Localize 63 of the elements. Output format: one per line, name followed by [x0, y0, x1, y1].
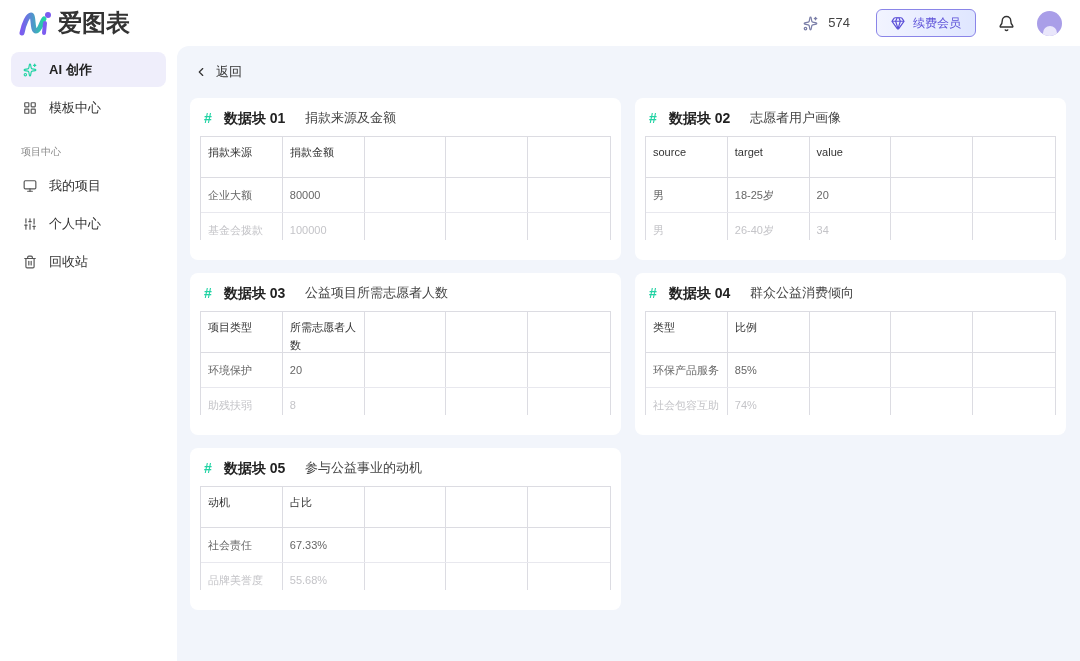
- diamond-icon: [891, 16, 905, 30]
- brand-name: 爱图表: [58, 8, 130, 38]
- hash-icon: #: [649, 107, 657, 129]
- table-cell: 环境保护: [208, 364, 252, 376]
- table-cell: 企业大额: [208, 189, 252, 201]
- table-cell: 18-25岁: [734, 189, 774, 201]
- trash-icon: [23, 254, 37, 269]
- renew-membership-button[interactable]: 续费会员: [876, 9, 976, 37]
- table-cell: 8: [289, 399, 296, 411]
- sidebar-item[interactable]: 我的项目: [11, 168, 166, 203]
- hash-icon: #: [204, 457, 212, 479]
- table-cell: 85%: [734, 364, 757, 376]
- credits-count: 574: [828, 14, 850, 33]
- sidebar-item[interactable]: 个人中心: [11, 206, 166, 241]
- column-header: 捐款来源: [208, 146, 252, 158]
- column-header: target: [734, 146, 763, 158]
- block-name: 数据块 03: [223, 283, 286, 303]
- block-name: 数据块 05: [223, 458, 286, 478]
- sparkle-icon: [803, 15, 819, 31]
- table-cell: 34: [816, 224, 829, 236]
- sliders-icon: [23, 216, 37, 231]
- block-title: 志愿者用户画像: [750, 109, 842, 128]
- table-cell: 20: [289, 364, 303, 376]
- table-cell: 20: [816, 189, 829, 201]
- hash-icon: #: [204, 282, 212, 304]
- table-cell: 80000: [289, 189, 321, 201]
- sidebar-item[interactable]: AI 创作: [11, 52, 166, 87]
- table-cell: 26-40岁: [734, 224, 774, 236]
- block-title: 群众公益消费倾向: [750, 284, 855, 303]
- table-cell: 100000: [289, 224, 327, 236]
- back-link[interactable]: 返回: [190, 60, 246, 84]
- sidebar-item[interactable]: 模板中心: [11, 90, 166, 125]
- table-cell: 环保产品服务: [653, 364, 719, 376]
- column-header: 所需志愿者人数: [289, 321, 356, 351]
- column-header: 项目类型: [208, 321, 252, 333]
- grid-icon: [23, 100, 37, 115]
- hash-icon: #: [649, 282, 657, 304]
- sparkle-icon: [23, 62, 37, 77]
- monitor-icon: [23, 178, 37, 193]
- logo-icon: [18, 9, 54, 37]
- table-cell: 男: [653, 189, 664, 201]
- table-cell: 社会责任: [208, 539, 252, 551]
- notification-icon[interactable]: [998, 14, 1015, 32]
- column-header: source: [653, 146, 687, 158]
- column-header: value: [816, 146, 843, 158]
- block-name: 数据块 02: [668, 108, 731, 128]
- block-name: 数据块 01: [223, 108, 286, 128]
- column-header: 占比: [289, 496, 312, 508]
- column-header: 类型: [653, 321, 675, 333]
- table-cell: 55.68%: [289, 574, 328, 586]
- table-cell: 74%: [734, 399, 757, 411]
- block-title: 捐款来源及金额: [305, 109, 397, 128]
- block-name: 数据块 04: [668, 283, 731, 303]
- section-title: 项目中心: [20, 145, 62, 159]
- hash-icon: #: [204, 107, 212, 129]
- table-cell: 67.33%: [289, 539, 328, 551]
- column-header: 捐款金额: [289, 146, 334, 158]
- sidebar-item[interactable]: 回收站: [11, 244, 166, 279]
- column-header: 比例: [734, 321, 757, 333]
- column-header: 动机: [208, 496, 230, 508]
- table-cell: 男: [653, 224, 664, 236]
- block-title: 公益项目所需志愿者人数: [305, 284, 449, 303]
- block-title: 参与公益事业的动机: [305, 459, 423, 478]
